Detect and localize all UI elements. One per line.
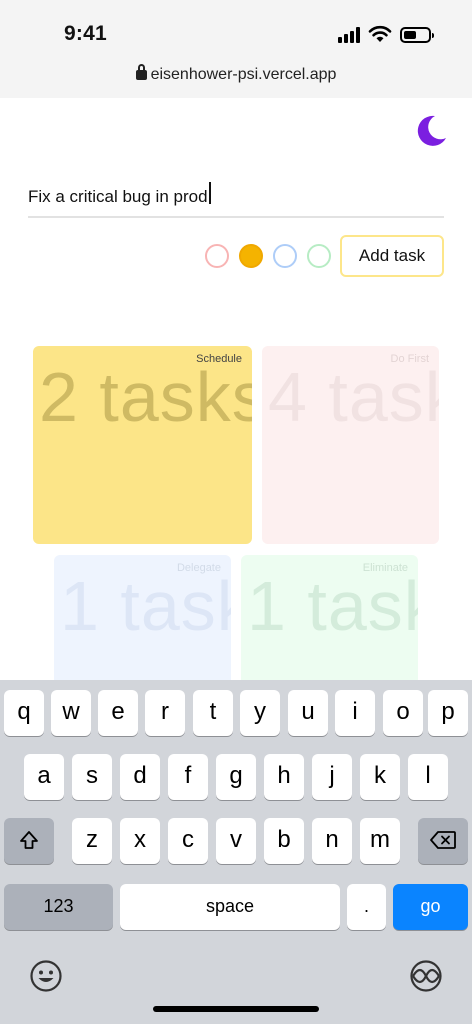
key-q[interactable]: q xyxy=(4,690,44,736)
key-n[interactable]: n xyxy=(312,818,352,864)
key-c[interactable]: c xyxy=(168,818,208,864)
quadrant-schedule[interactable]: Schedule 2 tasks xyxy=(33,346,252,544)
key-k[interactable]: k xyxy=(360,754,400,800)
key-b[interactable]: b xyxy=(264,818,304,864)
space-key[interactable]: space xyxy=(120,884,340,930)
key-o[interactable]: o xyxy=(383,690,423,736)
numbers-key[interactable]: 123 xyxy=(4,884,113,930)
text-caret xyxy=(208,182,211,204)
cellular-signal-icon xyxy=(338,27,362,43)
key-h[interactable]: h xyxy=(264,754,304,800)
battery-icon xyxy=(400,27,434,43)
quadrant-do-first[interactable]: Do First 4 tasks xyxy=(262,346,439,544)
wifi-icon xyxy=(368,25,392,42)
key-f[interactable]: f xyxy=(168,754,208,800)
key-v[interactable]: v xyxy=(216,818,256,864)
task-count: 2 tasks xyxy=(39,358,252,436)
task-count: 1 task xyxy=(247,567,418,645)
key-r[interactable]: r xyxy=(145,690,185,736)
moon-icon[interactable] xyxy=(416,114,448,148)
key-x[interactable]: x xyxy=(120,818,160,864)
key-d[interactable]: d xyxy=(120,754,160,800)
backspace-key[interactable] xyxy=(418,818,468,864)
address-bar[interactable]: eisenhower-psi.vercel.app xyxy=(0,64,472,84)
key-s[interactable]: s xyxy=(72,754,112,800)
key-a[interactable]: a xyxy=(24,754,64,800)
globe-icon[interactable] xyxy=(409,959,443,993)
key-t[interactable]: t xyxy=(193,690,233,736)
key-i[interactable]: i xyxy=(335,690,375,736)
key-p[interactable]: p xyxy=(428,690,468,736)
backspace-icon xyxy=(430,831,456,849)
key-g[interactable]: g xyxy=(216,754,256,800)
key-m[interactable]: m xyxy=(360,818,400,864)
color-option-yellow[interactable] xyxy=(239,244,263,268)
key-y[interactable]: y xyxy=(240,690,280,736)
status-time: 9:41 xyxy=(64,22,107,45)
key-w[interactable]: w xyxy=(51,690,91,736)
color-option-red[interactable] xyxy=(205,244,229,268)
task-count: 1 task xyxy=(60,567,231,645)
color-option-blue[interactable] xyxy=(273,244,297,268)
home-indicator xyxy=(153,1006,319,1012)
go-key[interactable]: go xyxy=(393,884,468,930)
lock-icon xyxy=(135,64,147,80)
key-z[interactable]: z xyxy=(72,818,112,864)
task-count: 4 tasks xyxy=(268,358,439,436)
key-e[interactable]: e xyxy=(98,690,138,736)
emoji-icon[interactable] xyxy=(29,959,63,993)
shift-key[interactable] xyxy=(4,818,54,864)
shift-icon xyxy=(20,831,38,849)
on-screen-keyboard: q w e r t y u i o p a s d f g h j k l z … xyxy=(0,680,472,1024)
key-l[interactable]: l xyxy=(408,754,448,800)
task-input[interactable] xyxy=(28,178,444,218)
key-j[interactable]: j xyxy=(312,754,352,800)
period-key[interactable]: . xyxy=(347,884,386,930)
url-text: eisenhower-psi.vercel.app xyxy=(150,66,337,83)
color-option-green[interactable] xyxy=(307,244,331,268)
browser-chrome: 9:41 eisenhower-psi.vercel.app xyxy=(0,0,472,98)
key-u[interactable]: u xyxy=(288,690,328,736)
add-task-button[interactable]: Add task xyxy=(340,235,444,277)
